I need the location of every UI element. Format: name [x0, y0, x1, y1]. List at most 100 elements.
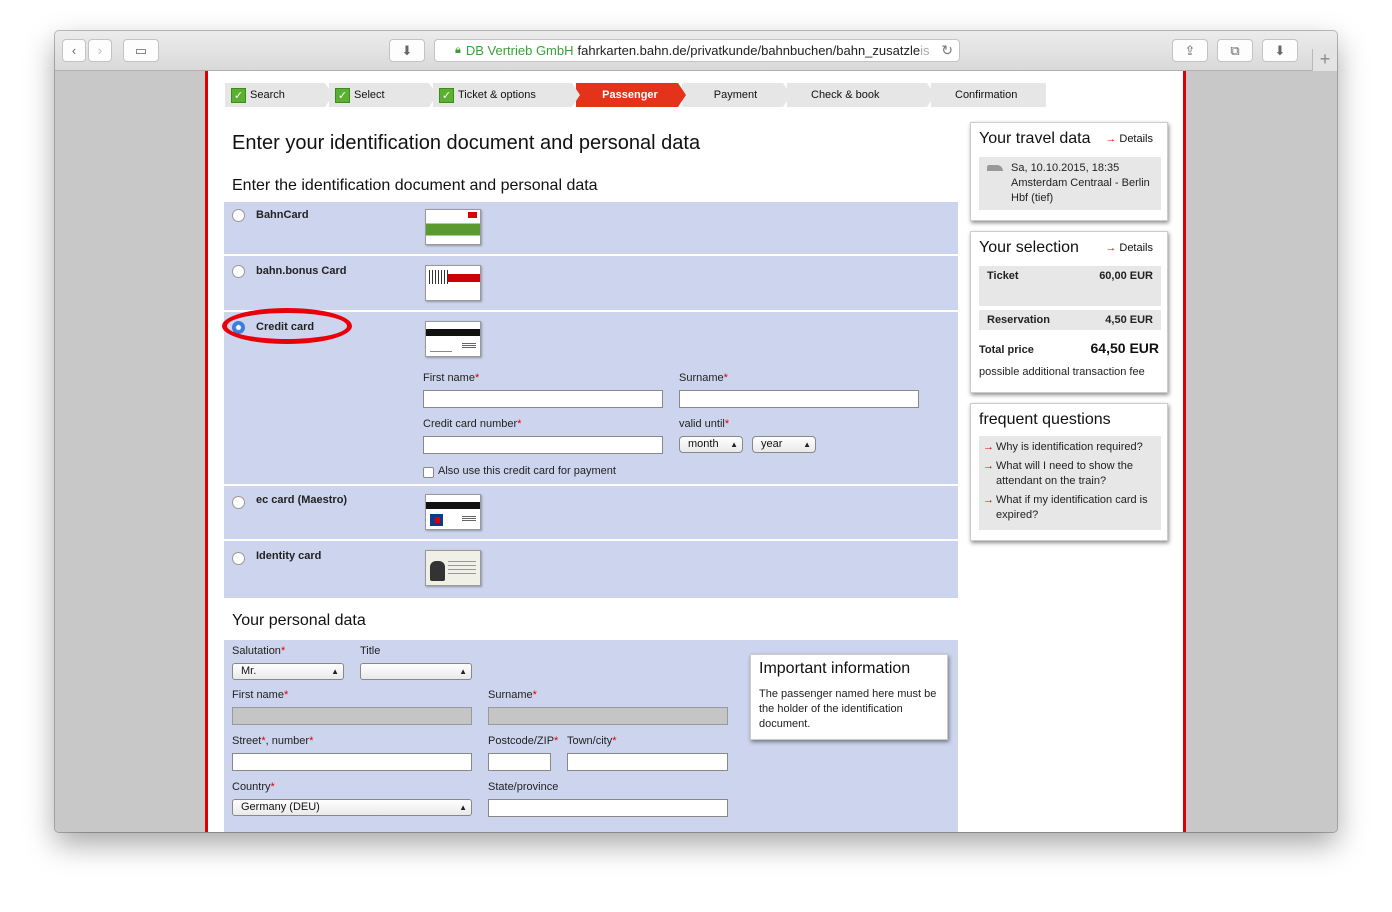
fee-note: possible additional transaction fee	[979, 366, 1145, 378]
town-label: Town/city*	[567, 735, 617, 747]
label-text: Surname	[679, 372, 724, 384]
travel-details-link[interactable]: → Details	[1105, 133, 1153, 145]
step-label: Search	[250, 89, 285, 101]
personal-data-title: Your personal data	[232, 612, 366, 629]
updown-arrow-icon: ▲	[459, 803, 467, 812]
option-ec-card[interactable]: ec card (Maestro)	[224, 487, 958, 541]
required-mark: *	[309, 735, 314, 747]
option-label: Credit card	[256, 321, 315, 333]
ticket-price: 60,00 EUR	[1099, 270, 1153, 282]
reservation-label: Reservation	[987, 314, 1050, 326]
option-bahn-bonus[interactable]: bahn.bonus Card	[224, 258, 958, 312]
ec-card-radio[interactable]	[232, 496, 245, 509]
label-text: Salutation	[232, 645, 281, 657]
arrow-right-icon: →	[983, 441, 994, 453]
url-overflow-text: is	[920, 43, 930, 58]
updown-arrow-icon: ▲	[331, 667, 339, 676]
salutation-select[interactable]: Mr. ▲	[232, 663, 344, 680]
link-text: Details	[1119, 133, 1153, 145]
faq-item[interactable]: → Why is identification required?	[983, 440, 1159, 455]
faq-text: Why is identification required?	[996, 441, 1143, 453]
bonus-card-radio[interactable]	[232, 265, 245, 278]
state-label: State/province	[488, 781, 559, 793]
important-info-title: Important information	[759, 660, 911, 677]
downloads-icon[interactable]: ⬇	[1262, 39, 1298, 62]
step-label: Passenger	[602, 89, 658, 101]
card-surname-input[interactable]	[679, 390, 919, 408]
title-label: Title	[360, 645, 381, 657]
label-text: First name	[423, 372, 475, 384]
required-mark: *	[474, 372, 480, 384]
arrow-right-icon: →	[983, 460, 994, 472]
street-input[interactable]	[232, 753, 472, 771]
identity-card-radio[interactable]	[232, 552, 245, 565]
faq-box: frequent questions → Why is identificatio…	[970, 403, 1168, 541]
sidebar-icon[interactable]: ▭	[123, 39, 159, 62]
country-label: Country*	[232, 781, 275, 793]
step-search[interactable]: ✓ Search	[225, 83, 333, 107]
step-payment: Payment	[682, 83, 791, 107]
step-ticket-options[interactable]: ✓ Ticket & options	[433, 83, 580, 107]
surname-input[interactable]	[488, 707, 728, 725]
ticket-label: Ticket	[987, 270, 1019, 282]
card-first-name-input[interactable]	[423, 390, 663, 408]
forward-icon[interactable]: ›	[88, 39, 112, 62]
town-input[interactable]	[567, 753, 728, 771]
step-passenger: Passenger	[576, 83, 686, 107]
check-icon: ✓	[231, 87, 246, 103]
label-text: valid until	[679, 418, 725, 430]
expiry-year-select[interactable]: year ▲	[752, 436, 816, 453]
reservation-price: 4,50 EUR	[1105, 314, 1153, 326]
option-label: BahnCard	[256, 209, 309, 221]
option-credit-card[interactable]: Credit card First name* Surname* Credit …	[222, 308, 958, 486]
reload-icon[interactable]: ↻	[941, 42, 953, 59]
option-bahncard[interactable]: BahnCard	[224, 202, 958, 256]
selection-title: Your selection	[979, 239, 1079, 256]
label-text: Street	[232, 735, 262, 747]
faq-title: frequent questions	[979, 411, 1111, 428]
faq-item[interactable]: → What if my identification card is expir…	[983, 493, 1159, 523]
step-label: Ticket & options	[458, 89, 536, 101]
tabs-icon[interactable]: ⧉	[1217, 39, 1253, 62]
download-icon[interactable]: ⬇	[389, 39, 425, 62]
state-input[interactable]	[488, 799, 728, 817]
page-frame: ✓ Search ✓ Select ✓ Ticket & options Passen…	[205, 71, 1186, 832]
expiry-month-select[interactable]: month ▲	[679, 436, 743, 453]
option-identity-card[interactable]: Identity card	[224, 543, 958, 598]
total-label: Total price	[979, 344, 1034, 356]
option-label: bahn.bonus Card	[256, 265, 347, 277]
required-mark: *	[532, 689, 537, 701]
section-subtitle: Enter the identification document and pe…	[232, 177, 598, 194]
selection-details-link[interactable]: → Details	[1105, 242, 1153, 254]
also-use-label: Also use this credit card for payment	[438, 465, 616, 477]
new-tab-icon[interactable]: +	[1312, 49, 1337, 71]
select-value: year	[761, 438, 783, 450]
share-icon[interactable]: ⇪	[1172, 39, 1208, 62]
country-select[interactable]: Germany (DEU) ▲	[232, 799, 472, 816]
credit-card-image	[425, 321, 481, 357]
step-select[interactable]: ✓ Select	[329, 83, 437, 107]
title-select[interactable]: ▲	[360, 663, 472, 680]
postcode-input[interactable]	[488, 753, 551, 771]
bahncard-radio[interactable]	[232, 209, 245, 222]
travel-route: Amsterdam Centraal - Berlin Hbf (tief)	[1011, 177, 1150, 204]
total-price: 64,50 EUR	[1090, 340, 1159, 356]
required-mark: *	[554, 735, 559, 747]
arrow-right-icon: →	[1105, 242, 1117, 254]
also-use-checkbox[interactable]	[423, 467, 434, 478]
required-mark: *	[270, 781, 275, 793]
label-text: Surname	[488, 689, 533, 701]
faq-item[interactable]: → What will I need to show the attendant …	[983, 459, 1159, 489]
travel-data-box: Your travel data → Details Sa, 10.10.201…	[970, 122, 1168, 221]
address-bar[interactable]: 🔒︎ DB Vertrieb GmbH fahrkarten.bahn.de/p…	[434, 39, 960, 62]
url-text: fahrkarten.bahn.de/privatkunde/bahnbuche…	[577, 43, 921, 58]
page-title: Enter your identification document and p…	[232, 132, 701, 154]
credit-card-radio[interactable]	[232, 321, 245, 334]
first-name-input[interactable]	[232, 707, 472, 725]
option-label: ec card (Maestro)	[256, 494, 348, 506]
back-icon[interactable]: ‹	[62, 39, 86, 62]
faq-list: → Why is identification required? → What w…	[979, 436, 1161, 530]
select-value: Mr.	[241, 665, 257, 677]
card-number-input[interactable]	[423, 436, 663, 454]
important-info-box: Important information The passenger name…	[750, 654, 948, 740]
